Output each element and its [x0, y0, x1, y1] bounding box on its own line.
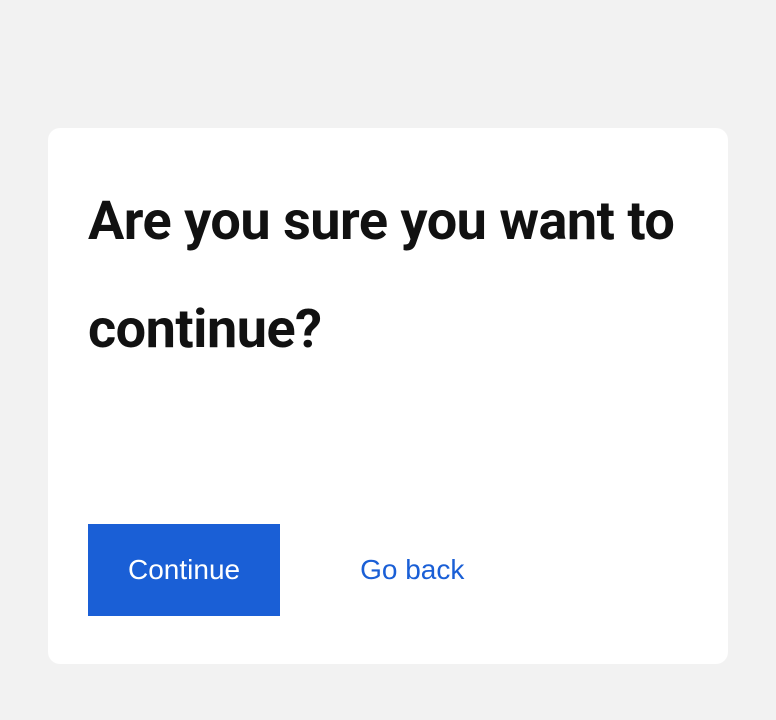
confirmation-dialog: Are you sure you want to continue? Conti…	[48, 128, 728, 664]
continue-button[interactable]: Continue	[88, 524, 280, 616]
dialog-actions: Continue Go back	[88, 524, 688, 616]
dialog-title: Are you sure you want to continue?	[88, 168, 688, 384]
go-back-button[interactable]: Go back	[360, 554, 464, 586]
